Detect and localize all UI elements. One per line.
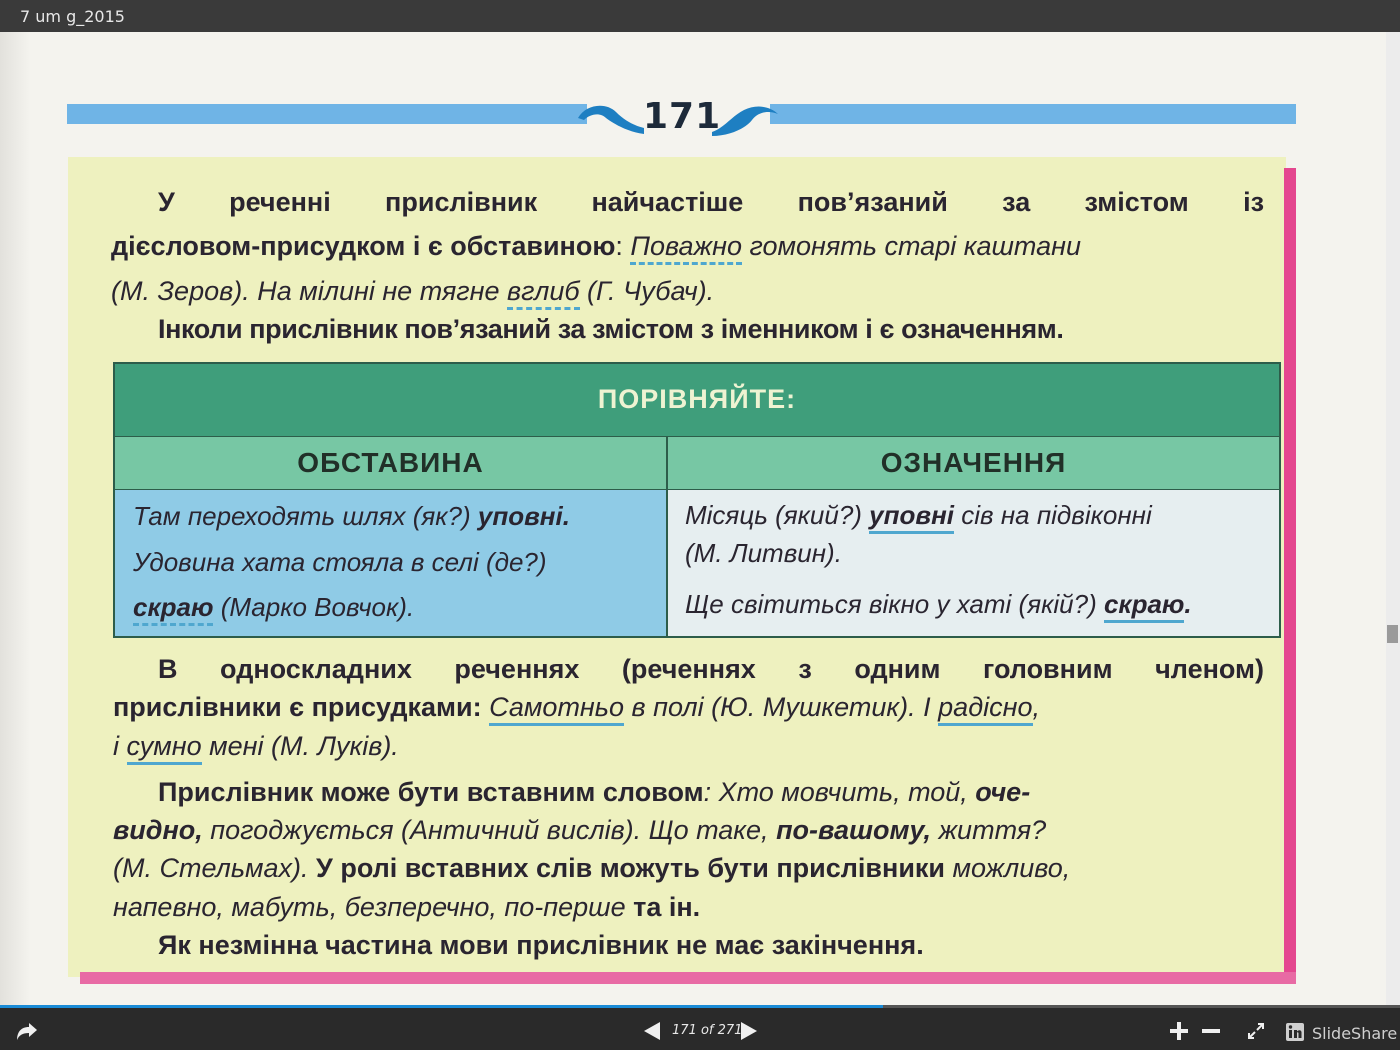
slide-counter: 171 of 271 [672, 1023, 743, 1038]
rule-box-border-right [1284, 168, 1296, 981]
p4-line3: (М. Стельмах). У ролі вставних слів можу… [113, 853, 1071, 883]
fullscreen-icon[interactable] [1246, 1021, 1266, 1041]
p2-text: Інколи прислівник пов’язаний за змістом … [158, 314, 1064, 344]
right-line2: (М. Литвин). [685, 538, 842, 568]
p3-line2: прислівники є присудками: Самотньо в пол… [113, 685, 1040, 729]
p1-line1: У реченні прислівник найчастіше пов’язан… [158, 187, 1264, 217]
previous-slide-icon[interactable] [640, 1020, 664, 1042]
textbook-page: 171 У реченні прислівник найчастіше пов’… [0, 32, 1386, 1008]
header-stripe-right [770, 104, 1296, 124]
scrollbar-thumb[interactable] [1387, 625, 1398, 643]
rule-box-border-bottom [80, 972, 1296, 984]
document-title: 7 um g_2015 [20, 7, 125, 26]
table-cell-right: Місяць (який?) уповні сів на підвіконні … [668, 490, 1279, 636]
slideshare-brand[interactable]: SlideShare [1312, 1024, 1397, 1043]
next-slide-icon[interactable] [737, 1020, 761, 1042]
comparison-table: ПОРІВНЯЙТЕ: ОБСТАВИНА ОЗНАЧЕННЯ Там пере… [113, 362, 1281, 638]
linkedin-icon[interactable] [1285, 1022, 1307, 1042]
scrollbar-track[interactable] [1386, 32, 1400, 1008]
zoom-in-icon[interactable] [1168, 1020, 1190, 1042]
p3-line3: і сумно мені (М. Луків). [113, 724, 399, 768]
table-cell-left: Там переходять шлях (як?) уповні. Удовин… [115, 490, 666, 636]
left-line2: Удовина хата стояла в селі (де?) [133, 547, 547, 577]
left-line3: скраю (Марко Вовчок). [133, 585, 414, 629]
right-line3: Ще світиться вікно у хаті (якій?) скраю. [685, 582, 1192, 626]
share-icon[interactable] [15, 1020, 39, 1042]
wave-left-icon [578, 105, 644, 134]
wave-right-icon [712, 106, 778, 136]
left-line1: Там переходять шлях (як?) уповні. [133, 501, 570, 531]
table-header: ПОРІВНЯЙТЕ: [115, 364, 1279, 436]
zoom-out-icon[interactable] [1200, 1020, 1222, 1042]
col-header-obstavyna: ОБСТАВИНА [115, 437, 666, 489]
p5-text: Як незмінна частина мови прислівник не м… [158, 930, 924, 960]
col-header-oznachennia: ОЗНАЧЕННЯ [668, 437, 1279, 489]
slide-viewer[interactable]: 171 У реченні прислівник найчастіше пов’… [0, 32, 1386, 1008]
header-stripe-left [67, 104, 587, 124]
title-bar: 7 um g_2015 [0, 0, 1400, 32]
p1-line2: дієсловом-присудком і є обставиною: Пова… [111, 224, 1264, 268]
